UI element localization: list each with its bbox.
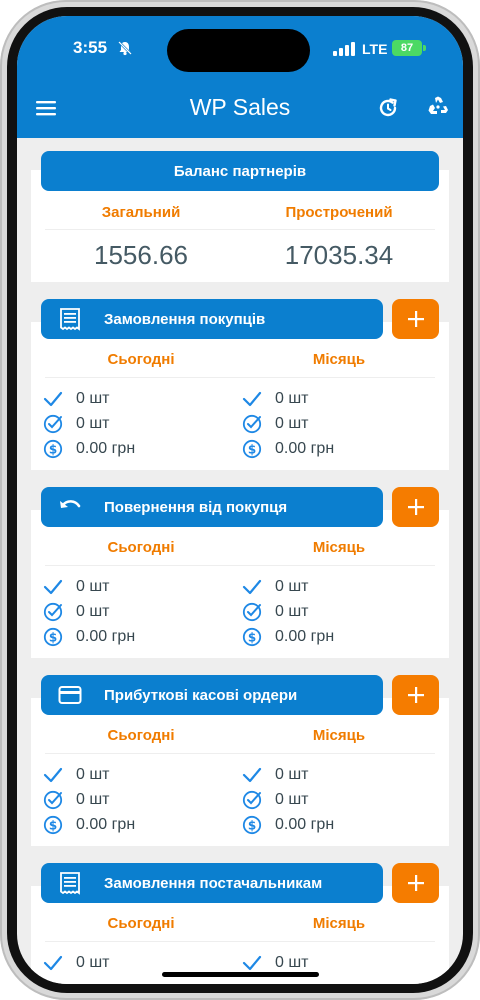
svg-text:$: $ (49, 631, 57, 645)
today-label: Сьогодні (107, 915, 175, 932)
svg-text:$: $ (248, 819, 256, 833)
section-title: Замовлення постачальникам (104, 874, 323, 892)
check-icon (242, 955, 262, 971)
month-count-confirmed: 0 шт (242, 789, 309, 811)
section-divider (45, 565, 435, 566)
signal-icon (333, 42, 355, 56)
app-bar: 3:55 LTE 87 WP Sales (17, 16, 463, 138)
today-count-confirmed: 0 шт (43, 789, 110, 811)
balance-divider (45, 229, 435, 230)
dollar-icon: $ (43, 439, 63, 459)
plus-icon (407, 687, 424, 703)
check-icon (43, 579, 63, 595)
section-title: Прибуткові касові ордери (104, 686, 298, 704)
month-count-completed: 0 шт (242, 576, 309, 598)
balance-overdue-value: 17035.34 (284, 240, 394, 270)
svg-text:$: $ (248, 631, 256, 645)
svg-text:$: $ (49, 443, 57, 457)
plus-icon (407, 499, 424, 515)
plus-icon (407, 311, 424, 327)
status-time: 3:55 (73, 38, 108, 57)
dollar-icon: $ (242, 815, 262, 835)
dollar-icon: $ (242, 627, 262, 647)
receipt-icon (60, 308, 80, 331)
svg-text:$: $ (49, 819, 57, 833)
network-type: LTE (362, 41, 388, 57)
today-count-completed: 0 шт (43, 576, 110, 598)
month-count-completed: 0 шт (242, 764, 309, 786)
month-label: Місяць (312, 915, 366, 932)
add-customer-return-button[interactable] (392, 487, 439, 527)
check-icon (43, 391, 63, 407)
check-icon (43, 767, 63, 783)
month-count-completed: 0 шт (242, 388, 309, 410)
today-label: Сьогодні (107, 539, 175, 556)
month-count-confirmed: 0 шт (242, 413, 309, 435)
section-header-cash-receipts[interactable]: Прибуткові касові ордери (41, 675, 383, 715)
section-title: Повернення від покупця (104, 498, 288, 516)
balance-total-value: 1556.66 (94, 240, 188, 270)
check-circle-icon (43, 602, 63, 622)
month-label: Місяць (312, 539, 366, 556)
month-label: Місяць (312, 727, 366, 744)
section-header-customer-returns[interactable]: Повернення від покупця (41, 487, 383, 527)
recycle-icon[interactable] (426, 95, 450, 119)
refresh-icon[interactable] (376, 96, 400, 120)
section-header-customer-orders[interactable]: Замовлення покупців (41, 299, 383, 339)
month-amount: $ 0.00 грн (242, 814, 334, 836)
add-supplier-order-button[interactable] (392, 863, 439, 903)
check-circle-icon (242, 790, 262, 810)
check-icon (242, 579, 262, 595)
dollar-icon: $ (43, 627, 63, 647)
battery-tip (423, 45, 426, 51)
section-divider (45, 941, 435, 942)
bell-off-icon (118, 41, 132, 56)
section-divider (45, 753, 435, 754)
check-icon (242, 391, 262, 407)
month-label: Місяць (312, 351, 366, 368)
month-amount: $ 0.00 грн (242, 438, 334, 460)
receipt-icon (60, 872, 80, 895)
credit-card-icon (58, 686, 82, 704)
today-count-completed: 0 шт (43, 952, 110, 974)
battery-level: 87 (392, 40, 422, 56)
today-amount: $ 0.00 грн (43, 814, 135, 836)
month-amount: $ 0.00 грн (242, 626, 334, 648)
today-amount: $ 0.00 грн (43, 438, 135, 460)
check-icon (242, 767, 262, 783)
month-count-confirmed: 0 шт (242, 601, 309, 623)
plus-icon (407, 875, 424, 891)
check-circle-icon (43, 790, 63, 810)
check-circle-icon (242, 414, 262, 434)
today-label: Сьогодні (107, 727, 175, 744)
add-customer-order-button[interactable] (392, 299, 439, 339)
today-count-confirmed: 0 шт (43, 601, 110, 623)
undo-icon (60, 500, 81, 508)
today-count-completed: 0 шт (43, 764, 110, 786)
today-label: Сьогодні (107, 351, 175, 368)
svg-text:$: $ (248, 443, 256, 457)
dollar-icon: $ (43, 815, 63, 835)
screen: 3:55 LTE 87 WP Sales Баланс партнерів За… (17, 16, 463, 984)
check-icon (43, 955, 63, 971)
section-title: Замовлення покупців (104, 310, 266, 328)
check-circle-icon (43, 414, 63, 434)
section-divider (45, 377, 435, 378)
balance-header: Баланс партнерів (41, 151, 439, 191)
add-cash-receipt-button[interactable] (392, 675, 439, 715)
month-count-completed: 0 шт (242, 952, 309, 974)
today-amount: $ 0.00 грн (43, 626, 135, 648)
today-count-confirmed: 0 шт (43, 413, 110, 435)
today-count-completed: 0 шт (43, 388, 110, 410)
dollar-icon: $ (242, 439, 262, 459)
balance-total-label: Загальний (101, 204, 181, 221)
home-indicator (162, 972, 319, 977)
dynamic-island (167, 29, 310, 72)
section-header-supplier-orders[interactable]: Замовлення постачальникам (41, 863, 383, 903)
balance-overdue-label: Прострочений (285, 204, 393, 221)
check-circle-icon (242, 602, 262, 622)
